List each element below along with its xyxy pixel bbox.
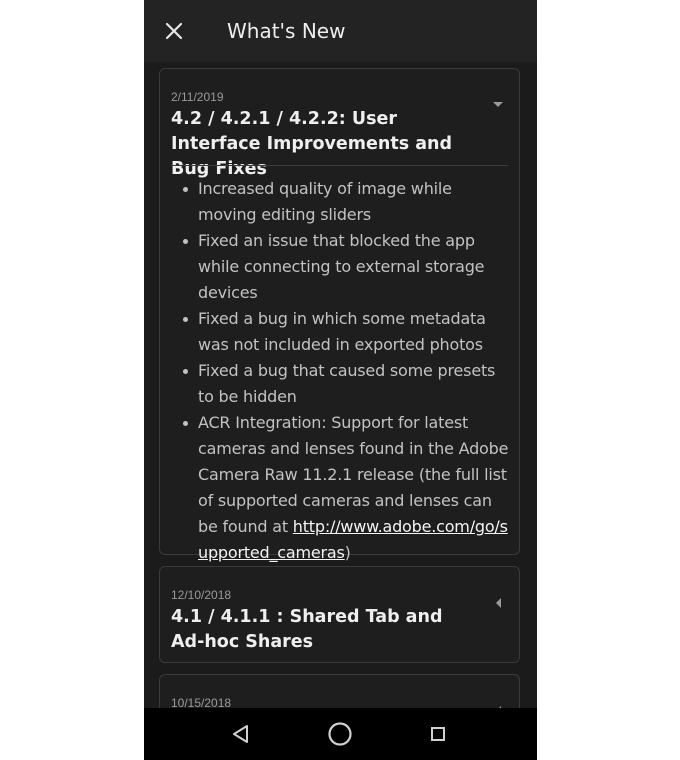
release-note-item: Fixed a bug in which some metadata was n… [171, 306, 511, 358]
release-date: 10/15/2018 [171, 696, 232, 708]
card-divider [171, 165, 508, 166]
release-card[interactable]: 10/15/2018 [159, 674, 520, 708]
release-note-item: Fixed a bug that caused some presets to … [171, 358, 511, 410]
release-date: 2/11/2019 [171, 90, 224, 104]
release-card[interactable]: 12/10/2018 4.1 / 4.1.1 : Shared Tab and … [159, 566, 520, 663]
system-navigation-bar [144, 708, 537, 760]
back-triangle-icon [233, 725, 248, 743]
release-date: 12/10/2018 [171, 588, 232, 602]
recents-button[interactable] [425, 721, 451, 747]
release-note-item: ACR Integration: Support for latest came… [171, 410, 511, 566]
recents-square-icon [431, 727, 445, 741]
page-title: What's New [227, 19, 346, 43]
expand-toggle[interactable] [491, 596, 505, 610]
release-note-item: Fixed an issue that blocked the app whil… [171, 228, 511, 306]
release-title: 4.2 / 4.2.1 / 4.2.2: User Interface Impr… [171, 109, 453, 179]
chevron-left-icon [496, 598, 501, 608]
acr-note-suffix: ) [344, 543, 351, 562]
expand-toggle[interactable] [491, 98, 505, 112]
close-icon [165, 22, 183, 40]
app-bar: What's New [144, 0, 537, 62]
back-button[interactable] [228, 721, 254, 747]
home-circle-icon [328, 722, 352, 746]
release-card[interactable]: 2/11/2019 4.2 / 4.2.1 / 4.2.2: User Inte… [159, 68, 520, 562]
chevron-down-icon [493, 102, 503, 107]
home-button[interactable] [327, 721, 353, 747]
close-button[interactable] [160, 17, 188, 45]
phone-screen: What's New 2/11/2019 4.2 / 4.2.1 / 4.2.2… [144, 0, 537, 760]
release-title: 4.1 / 4.1.1 : Shared Tab and Ad-hoc Shar… [171, 607, 443, 652]
release-notes-list[interactable]: 2/11/2019 4.2 / 4.2.1 / 4.2.2: User Inte… [144, 62, 537, 708]
release-note-item: Increased quality of image while moving … [171, 176, 511, 228]
release-notes: Increased quality of image while moving … [171, 176, 511, 566]
